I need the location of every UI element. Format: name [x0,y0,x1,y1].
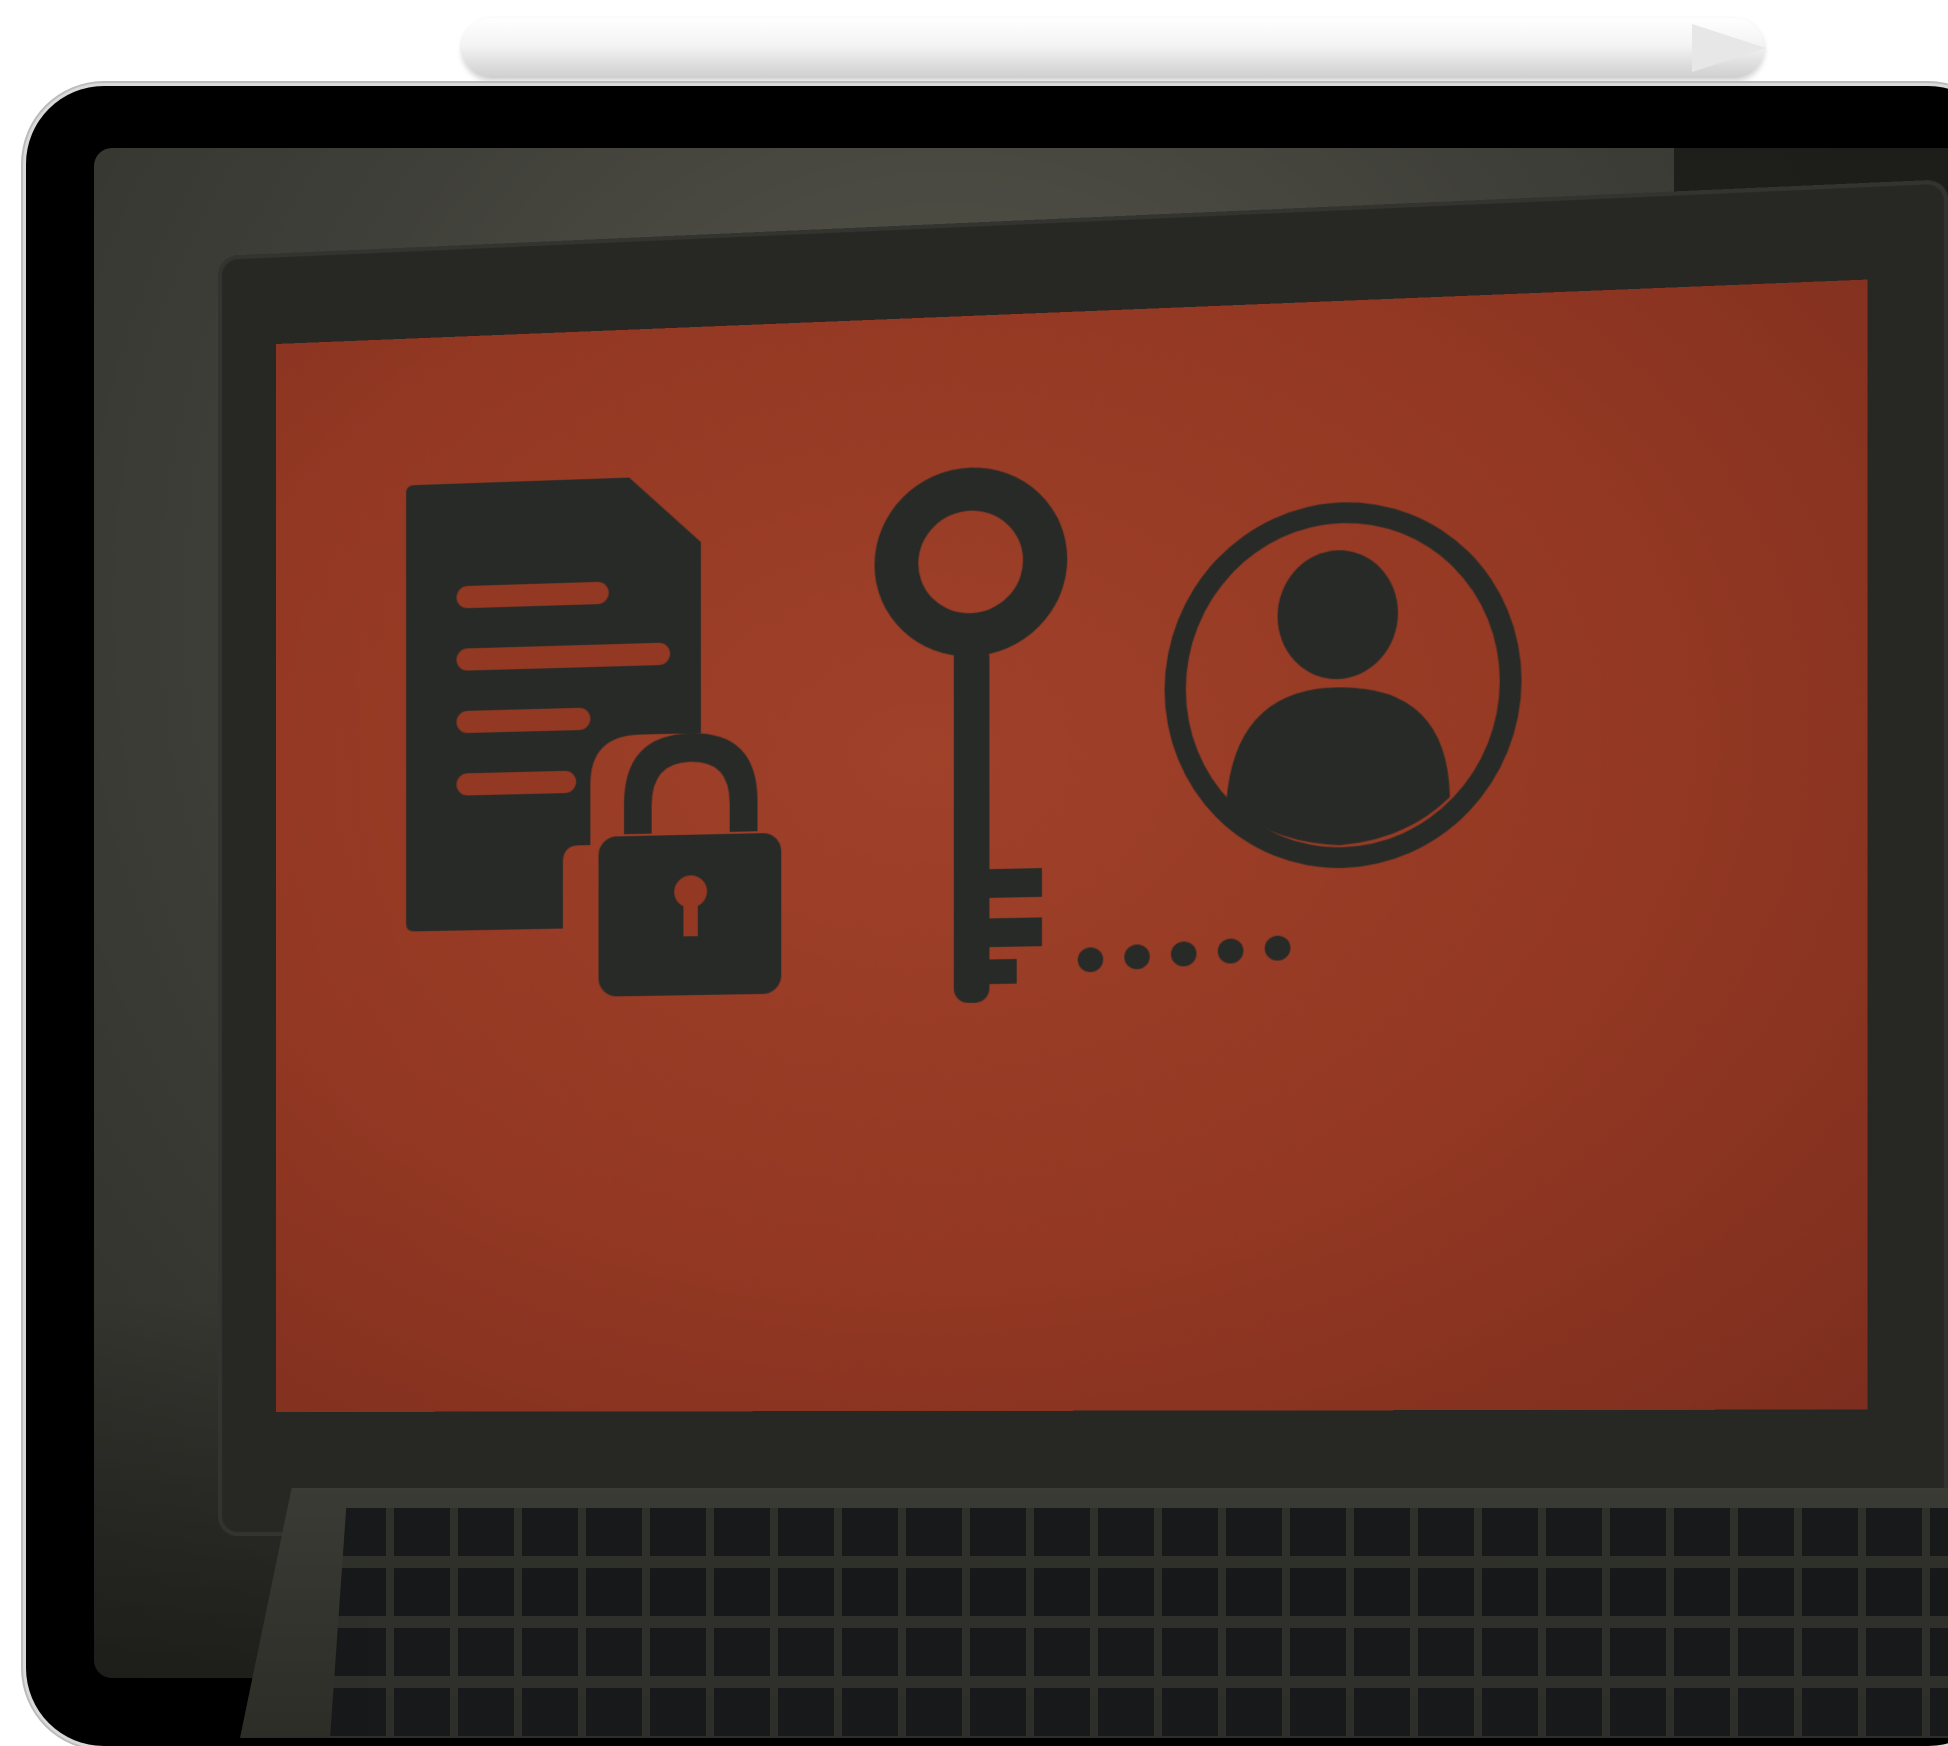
locked-document-icon [406,475,782,997]
key-icon [874,464,1291,1004]
avatar-shoulders [1226,684,1450,848]
user-avatar-icon [1164,496,1522,872]
key-tooth [981,917,1042,948]
stylus-tip [1692,24,1766,72]
key-shaft [953,643,990,1004]
security-illustration [406,464,1522,1004]
document-line [456,770,577,796]
key-trail-dot [1124,944,1150,970]
document-line [456,707,591,734]
keyhole-slot [683,895,698,937]
key-trail-dot [1170,941,1197,967]
key-tooth [981,868,1042,899]
stylus [462,18,1764,78]
key-tooth [981,958,1017,985]
laptop-display [276,279,1868,1412]
laptop-keyboard [330,1508,1948,1738]
key-bow [874,464,1068,660]
key-trail-dot [1077,947,1104,973]
padlock-shackle [624,731,758,835]
key-trail-dot [1264,935,1291,961]
key-trail-dot [1217,938,1244,964]
avatar-head [1277,548,1398,681]
